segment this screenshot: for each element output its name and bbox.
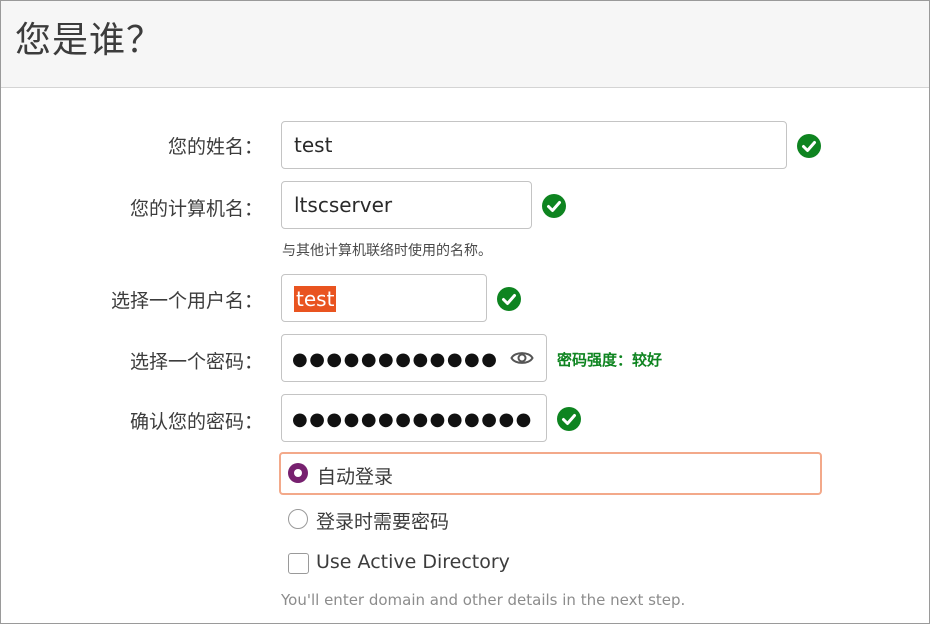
page-header: 您是谁？ — [1, 1, 929, 88]
require-password-radio[interactable] — [288, 509, 308, 529]
username-field[interactable]: test — [281, 274, 487, 322]
username-valid-check-icon — [497, 287, 521, 311]
name-valid-check-icon — [797, 134, 821, 158]
password-field[interactable]: ●●●●●●●●●●●● — [281, 334, 547, 382]
active-directory-checkbox[interactable] — [288, 553, 309, 574]
eye-icon[interactable] — [510, 348, 534, 372]
require-password-label: 登录时需要密码 — [316, 511, 450, 533]
computer-name-hint: 与其他计算机联络时使用的名称。 — [282, 243, 492, 259]
name-label: 您的姓名： — [167, 136, 263, 158]
name-field[interactable]: test — [281, 121, 787, 169]
password-label: 选择一个密码： — [129, 351, 263, 373]
confirm-password-masked-value: ●●●●●●●●●●●●●● — [292, 409, 533, 430]
computer-name-label: 您的计算机名： — [129, 198, 263, 220]
name-value: test — [294, 133, 333, 157]
page-title: 您是谁？ — [15, 20, 164, 61]
computer-name-value: ltscserver — [294, 193, 393, 217]
confirm-password-field[interactable]: ●●●●●●●●●●●●●● — [281, 394, 547, 442]
auto-login-radio[interactable] — [288, 463, 308, 483]
active-directory-label[interactable]: Use Active Directory — [316, 551, 510, 573]
computer-name-field[interactable]: ltscserver — [281, 181, 532, 229]
auto-login-label: 自动登录 — [317, 466, 394, 488]
confirm-password-label: 确认您的密码： — [129, 411, 263, 433]
auto-login-option[interactable]: 自动登录 — [279, 452, 822, 495]
installer-page: 您是谁？ 您的姓名： test 您的计算机名： ltscserver 与其他计算… — [0, 0, 930, 624]
username-label: 选择一个用户名： — [110, 290, 263, 312]
active-directory-note: You'll enter domain and other details in… — [281, 591, 686, 609]
password-strength: 密码强度：较好 — [557, 351, 663, 369]
username-value-selected: test — [294, 286, 337, 312]
password-masked-value: ●●●●●●●●●●●● — [292, 349, 499, 370]
computer-name-valid-check-icon — [542, 194, 566, 218]
confirm-password-valid-check-icon — [557, 407, 581, 431]
